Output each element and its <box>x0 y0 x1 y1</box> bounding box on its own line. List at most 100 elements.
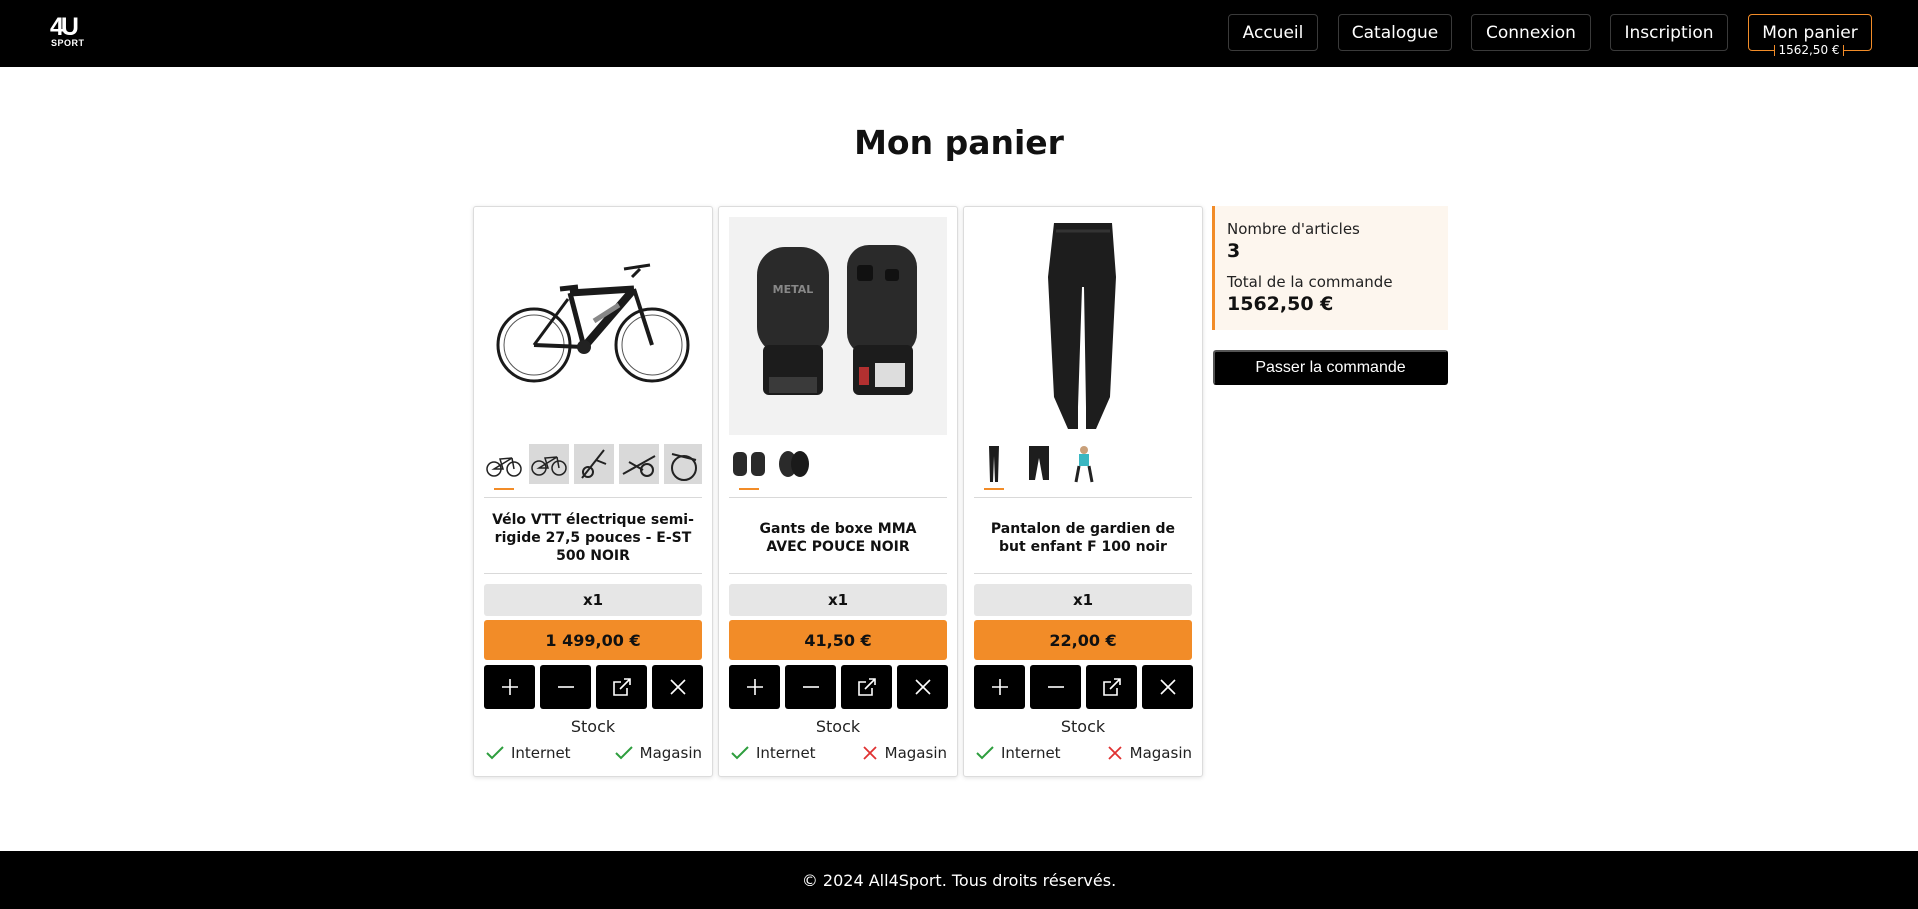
plus-icon <box>501 679 518 695</box>
quantity-badge: x1 <box>729 584 947 616</box>
thumbnail-strip <box>729 444 947 484</box>
product-name: Pantalon de gardien de but enfant F 100 … <box>990 521 1176 555</box>
remove-item-button[interactable] <box>1142 665 1193 709</box>
footer: © 2024 All4Sport. Tous droits réservés. <box>0 851 1918 909</box>
price-badge: 1 499,00 € <box>484 620 702 660</box>
divider <box>484 497 702 498</box>
item-actions <box>729 665 948 709</box>
nav-register-link[interactable]: Inscription <box>1610 14 1728 51</box>
price-badge: 41,50 € <box>729 620 947 660</box>
thumbnail-strip <box>484 444 702 484</box>
divider <box>484 573 702 574</box>
minus-icon <box>1047 686 1064 688</box>
thumbnail[interactable] <box>1019 444 1059 484</box>
store-availability: Magasin <box>1107 743 1192 763</box>
thumbnail-active-indicator <box>739 488 759 490</box>
store-availability: Magasin <box>614 743 702 763</box>
items-count-value: 3 <box>1227 240 1241 262</box>
stock-label: Stock <box>1060 717 1106 736</box>
order-summary: Nombre d'articles 3 Total de la commande… <box>1212 206 1448 330</box>
cart-total-badge: 1562,50 € <box>1774 43 1844 58</box>
plus-icon <box>746 679 763 695</box>
check-icon <box>486 746 504 760</box>
decrease-quantity-button[interactable] <box>1030 665 1081 709</box>
quantity-badge: x1 <box>484 584 702 616</box>
check-icon <box>614 746 633 760</box>
stock-label: Stock <box>570 717 616 736</box>
quantity-badge: x1 <box>974 584 1192 616</box>
divider <box>974 497 1192 498</box>
store-availability: Magasin <box>862 743 947 763</box>
increase-quantity-button[interactable] <box>484 665 535 709</box>
thumbnail[interactable] <box>1064 444 1104 484</box>
thumbnail-strip <box>974 444 1192 484</box>
check-icon <box>976 746 994 760</box>
internet-label: Internet <box>1001 744 1061 762</box>
decrease-quantity-button[interactable] <box>540 665 591 709</box>
thumbnail-active-indicator <box>494 488 514 490</box>
top-navbar: 4U SPORT Accueil Catalogue Connexion Ins… <box>0 0 1918 67</box>
cart-item-card: METAL Gants de boxe MMA AVEC POUCE NOIR … <box>718 206 958 777</box>
thumbnail[interactable] <box>664 444 702 484</box>
thumbnail-active-indicator <box>984 488 1004 490</box>
increase-quantity-button[interactable] <box>974 665 1025 709</box>
external-link-icon <box>1102 678 1121 696</box>
thumbnail[interactable] <box>574 444 614 484</box>
external-link-icon <box>612 678 631 696</box>
thumbnail[interactable] <box>774 444 814 484</box>
product-name: Vélo VTT électrique semi-rigide 27,5 pou… <box>492 512 694 564</box>
brand-logo[interactable]: 4U SPORT <box>50 14 84 50</box>
internet-availability: Internet <box>731 743 816 763</box>
open-product-button[interactable] <box>841 665 892 709</box>
internet-label: Internet <box>511 744 571 762</box>
increase-quantity-button[interactable] <box>729 665 780 709</box>
internet-label: Internet <box>756 744 816 762</box>
external-link-icon <box>857 678 876 696</box>
order-total-label: Total de la commande <box>1227 273 1393 291</box>
decrease-quantity-button[interactable] <box>785 665 836 709</box>
checkout-button[interactable]: Passer la commande <box>1213 350 1448 385</box>
minus-icon <box>557 686 574 688</box>
stock-label: Stock <box>815 717 861 736</box>
logo-mark: 4U <box>50 13 79 41</box>
product-image <box>974 217 1192 435</box>
thumbnail[interactable] <box>974 444 1014 484</box>
plus-icon <box>991 679 1008 695</box>
thumbnail[interactable] <box>529 444 569 484</box>
logo-subtext: SPORT <box>51 38 85 48</box>
remove-item-button[interactable] <box>897 665 948 709</box>
divider <box>974 573 1192 574</box>
product-name: Gants de boxe MMA AVEC POUCE NOIR <box>759 521 917 555</box>
thumbnail[interactable] <box>729 444 769 484</box>
open-product-button[interactable] <box>1086 665 1137 709</box>
bike-image <box>496 263 690 383</box>
internet-availability: Internet <box>486 743 571 763</box>
item-actions <box>484 665 703 709</box>
store-label: Magasin <box>1129 744 1192 762</box>
check-icon <box>731 746 749 760</box>
remove-item-button[interactable] <box>652 665 703 709</box>
product-image <box>484 217 702 435</box>
items-count-label: Nombre d'articles <box>1227 220 1360 238</box>
thumbnail[interactable] <box>484 444 524 484</box>
svg-text:METAL: METAL <box>773 283 814 296</box>
nav-login-link[interactable]: Connexion <box>1471 14 1591 51</box>
store-label: Magasin <box>639 744 702 762</box>
thumbnail[interactable] <box>619 444 659 484</box>
internet-availability: Internet <box>976 743 1061 763</box>
open-product-button[interactable] <box>596 665 647 709</box>
item-actions <box>974 665 1193 709</box>
cross-icon <box>1108 746 1122 760</box>
page-title: Mon panier <box>854 123 1064 162</box>
footer-copyright: © 2024 All4Sport. Tous droits réservés. <box>801 870 1117 890</box>
divider <box>729 497 947 498</box>
product-image: METAL <box>729 217 947 435</box>
price-badge: 22,00 € <box>974 620 1192 660</box>
gloves-image: METAL <box>757 245 917 395</box>
close-icon <box>669 679 686 695</box>
order-total-value: 1562,50 € <box>1227 293 1334 315</box>
nav-catalog-link[interactable]: Catalogue <box>1338 14 1452 51</box>
nav-home-link[interactable]: Accueil <box>1228 14 1318 51</box>
pants-image <box>1048 223 1116 429</box>
cart-item-card: Pantalon de gardien de but enfant F 100 … <box>963 206 1203 777</box>
